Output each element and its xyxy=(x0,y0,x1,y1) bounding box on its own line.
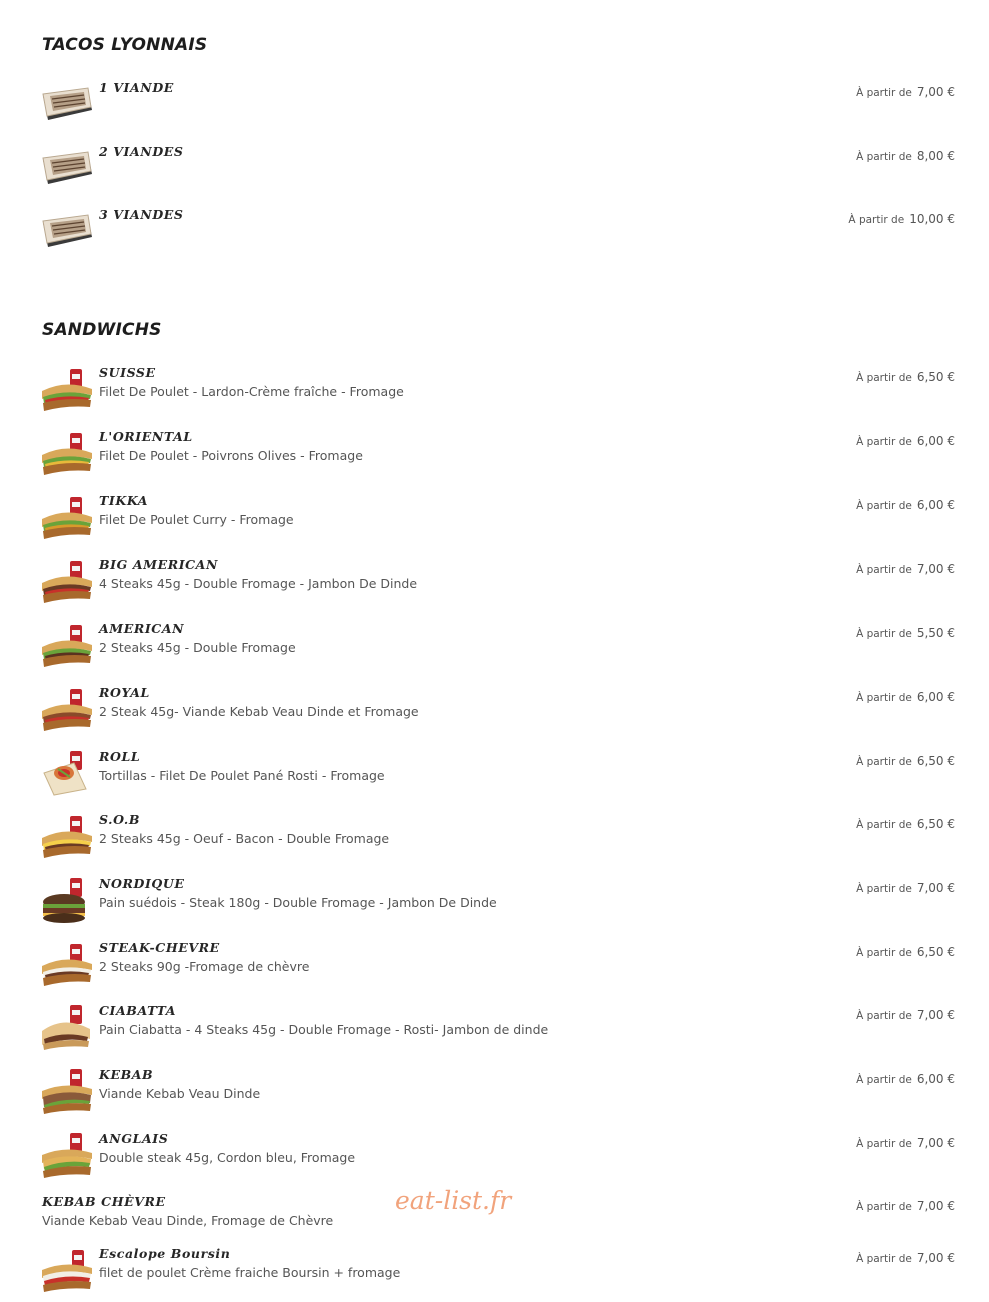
item-price: À partir de 7,00 € xyxy=(856,1136,955,1150)
item-name: ROLL xyxy=(99,749,141,764)
item-description: 2 Steaks 45g - Double Fromage xyxy=(99,640,296,655)
item-name: KEBAB xyxy=(99,1067,154,1082)
item-name: SUISSE xyxy=(99,365,156,380)
sandwich-icon xyxy=(40,621,94,669)
item-description: Tortillas - Filet De Poulet Pané Rosti -… xyxy=(99,768,385,783)
menu-item[interactable]: S.O.B 2 Steaks 45g - Oeuf - Bacon - Doub… xyxy=(40,812,955,868)
item-price: À partir de 7,00 € xyxy=(856,1008,955,1022)
menu-item[interactable]: BIG AMERICAN 4 Steaks 45g - Double Froma… xyxy=(40,557,955,613)
section-title-sandwichs: SANDWICHS xyxy=(42,320,162,340)
sandwich-icon xyxy=(40,685,94,733)
item-description: 2 Steak 45g- Viande Kebab Veau Dinde et … xyxy=(99,704,419,719)
item-name: L'ORIENTAL xyxy=(99,429,193,444)
item-name: AMERICAN xyxy=(99,621,185,636)
burger-icon xyxy=(40,876,94,924)
tacos-icon xyxy=(40,207,94,255)
item-name: BIG AMERICAN xyxy=(99,557,219,572)
menu-item[interactable]: ROYAL 2 Steak 45g- Viande Kebab Veau Din… xyxy=(40,685,955,741)
item-price: À partir de 6,50 € xyxy=(856,945,955,959)
item-description: 2 Steaks 45g - Oeuf - Bacon - Double Fro… xyxy=(99,831,390,846)
item-price: À partir de 6,00 € xyxy=(856,434,955,448)
menu-item[interactable]: AMERICAN 2 Steaks 45g - Double Fromage À… xyxy=(40,621,955,677)
item-name: 2 VIANDES xyxy=(99,144,184,159)
item-name: S.O.B xyxy=(99,812,141,827)
item-name: ANGLAIS xyxy=(99,1131,169,1146)
sandwich-icon xyxy=(40,557,94,605)
item-description: Filet De Poulet Curry - Fromage xyxy=(99,512,294,527)
menu-item[interactable]: ROLL Tortillas - Filet De Poulet Pané Ro… xyxy=(40,749,955,805)
item-description: Pain suédois - Steak 180g - Double Froma… xyxy=(99,895,497,910)
menu-item[interactable]: NORDIQUE Pain suédois - Steak 180g - Dou… xyxy=(40,876,955,932)
item-name: 1 VIANDE xyxy=(99,80,174,95)
item-price: À partir de 6,00 € xyxy=(856,1072,955,1086)
watermark: eat-list.fr xyxy=(395,1186,512,1215)
item-price: À partir de 6,00 € xyxy=(856,498,955,512)
item-description: 2 Steaks 90g -Fromage de chèvre xyxy=(99,959,310,974)
item-price: À partir de 6,50 € xyxy=(856,754,955,768)
item-price: À partir de 6,50 € xyxy=(856,370,955,384)
menu-item[interactable]: SUISSE Filet De Poulet - Lardon-Crème fr… xyxy=(40,365,955,421)
sandwich-icon xyxy=(40,493,94,541)
item-price: À partir de 7,00 € xyxy=(856,85,955,99)
sandwich-icon xyxy=(40,1246,94,1294)
item-name: Escalope Boursin xyxy=(99,1246,231,1261)
item-name: CIABATTA xyxy=(99,1003,177,1018)
item-price: À partir de 7,00 € xyxy=(856,881,955,895)
menu-item[interactable]: CIABATTA Pain Ciabatta - 4 Steaks 45g - … xyxy=(40,1003,955,1059)
item-price: À partir de 7,00 € xyxy=(856,1199,955,1213)
item-name: TIKKA xyxy=(99,493,149,508)
sandwich-icon xyxy=(40,1067,94,1115)
item-description: filet de poulet Crème fraiche Boursin + … xyxy=(99,1265,401,1280)
menu-item[interactable]: KEBAB Viande Kebab Veau Dinde À partir d… xyxy=(40,1067,955,1123)
menu-item[interactable]: 2 VIANDES À partir de 8,00 € xyxy=(40,144,955,200)
item-name: 3 VIANDES xyxy=(99,207,184,222)
menu-item[interactable]: Escalope Boursin filet de poulet Crème f… xyxy=(40,1246,955,1302)
menu-item[interactable]: TIKKA Filet De Poulet Curry - Fromage À … xyxy=(40,493,955,549)
item-description: Filet De Poulet - Lardon-Crème fraîche -… xyxy=(99,384,404,399)
sandwich-icon xyxy=(40,365,94,413)
item-description: 4 Steaks 45g - Double Fromage - Jambon D… xyxy=(99,576,418,591)
menu-item[interactable]: STEAK-CHEVRE 2 Steaks 90g -Fromage de ch… xyxy=(40,940,955,996)
sandwich-icon xyxy=(40,940,94,988)
sandwich-icon xyxy=(40,429,94,477)
item-price: À partir de 5,50 € xyxy=(856,626,955,640)
section-title-tacos: TACOS LYONNAIS xyxy=(42,35,208,55)
item-price: À partir de 7,00 € xyxy=(856,1251,955,1265)
item-price: À partir de 7,00 € xyxy=(856,562,955,576)
item-description: Pain Ciabatta - 4 Steaks 45g - Double Fr… xyxy=(99,1022,549,1037)
menu-item[interactable]: 1 VIANDE À partir de 7,00 € xyxy=(40,80,955,136)
tacos-icon xyxy=(40,144,94,192)
item-description: Viande Kebab Veau Dinde, Fromage de Chèv… xyxy=(42,1213,334,1228)
sandwich-icon xyxy=(40,812,94,860)
item-description: Filet De Poulet - Poivrons Olives - From… xyxy=(99,448,363,463)
item-price: À partir de 6,00 € xyxy=(856,690,955,704)
item-price: À partir de 10,00 € xyxy=(848,212,955,226)
item-description: Viande Kebab Veau Dinde xyxy=(99,1086,261,1101)
wrap-icon xyxy=(40,749,94,797)
menu-item[interactable]: 3 VIANDES À partir de 10,00 € xyxy=(40,207,955,263)
menu-item[interactable]: L'ORIENTAL Filet De Poulet - Poivrons Ol… xyxy=(40,429,955,485)
item-description: Double steak 45g, Cordon bleu, Fromage xyxy=(99,1150,356,1165)
tacos-icon xyxy=(40,80,94,128)
item-name: NORDIQUE xyxy=(99,876,185,891)
item-price: À partir de 8,00 € xyxy=(856,149,955,163)
item-name: STEAK-CHEVRE xyxy=(99,940,220,955)
menu-item[interactable]: ANGLAIS Double steak 45g, Cordon bleu, F… xyxy=(40,1131,955,1187)
item-price: À partir de 6,50 € xyxy=(856,817,955,831)
sandwich-icon xyxy=(40,1003,94,1051)
item-name: KEBAB CHÈVRE xyxy=(42,1194,166,1209)
item-name: ROYAL xyxy=(99,685,150,700)
sandwich-icon xyxy=(40,1131,94,1179)
